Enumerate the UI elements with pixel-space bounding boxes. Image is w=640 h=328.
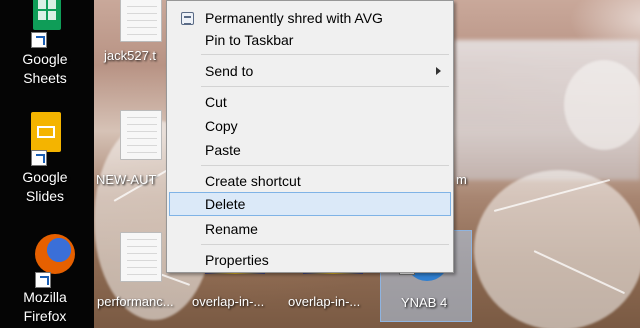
- text-file-icon: [120, 110, 162, 160]
- menu-item-cut[interactable]: Cut: [169, 91, 451, 114]
- google-sheets-icon: [33, 0, 61, 30]
- shortcut-arrow-icon: [31, 150, 47, 166]
- menu-item-copy[interactable]: Copy: [169, 115, 451, 138]
- wallpaper-snowy-tree: [564, 60, 640, 150]
- desktop-icon-google-slides[interactable]: Google Slides: [0, 112, 90, 206]
- menu-item-label: Permanently shred with AVG: [205, 10, 383, 26]
- file-label[interactable]: m: [456, 172, 467, 187]
- menu-item-label: Paste: [205, 142, 241, 158]
- file-label[interactable]: overlap-in-...: [192, 294, 264, 309]
- menu-item-rename[interactable]: Rename: [169, 218, 451, 241]
- text-file-icon: [120, 232, 162, 282]
- file-label: YNAB 4: [401, 295, 448, 310]
- menu-separator: [201, 86, 449, 87]
- menu-item-send-to[interactable]: Send to: [169, 60, 451, 83]
- firefox-icon: [35, 234, 75, 274]
- menu-item-paste[interactable]: Paste: [169, 139, 451, 162]
- google-slides-icon: [31, 112, 61, 152]
- submenu-arrow-icon: [436, 67, 441, 75]
- icon-label: Mozilla Firefox: [23, 289, 67, 324]
- desktop-icon-google-sheets[interactable]: Google Sheets: [0, 0, 90, 88]
- menu-item-pin-taskbar[interactable]: Pin to Taskbar: [169, 29, 451, 52]
- desktop-icon-mozilla-firefox[interactable]: Mozilla Firefox: [0, 232, 90, 326]
- context-menu: Permanently shred with AVG Pin to Taskba…: [166, 0, 454, 273]
- menu-item-label: Copy: [205, 118, 238, 134]
- menu-separator: [201, 165, 449, 166]
- menu-item-label: Pin to Taskbar: [205, 32, 294, 48]
- menu-item-shred-avg[interactable]: Permanently shred with AVG: [169, 7, 451, 30]
- menu-item-label: Delete: [205, 196, 246, 212]
- menu-item-label: Send to: [205, 63, 254, 79]
- file-label[interactable]: overlap-in-...: [288, 294, 360, 309]
- menu-item-properties[interactable]: Properties: [169, 249, 451, 272]
- file-label[interactable]: performanc...: [97, 294, 174, 309]
- avg-shred-icon: [181, 12, 194, 25]
- text-file-icon: [120, 0, 162, 42]
- icon-label: Google Slides: [22, 169, 68, 204]
- shortcut-arrow-icon: [31, 32, 47, 48]
- menu-item-create-shortcut[interactable]: Create shortcut: [169, 170, 451, 193]
- menu-item-label: Rename: [205, 221, 258, 237]
- menu-separator: [201, 244, 449, 245]
- menu-item-label: Create shortcut: [205, 173, 301, 189]
- file-label[interactable]: jack527.t: [104, 48, 156, 63]
- menu-item-label: Properties: [205, 252, 269, 268]
- file-label[interactable]: NEW-AUT: [96, 172, 156, 187]
- menu-item-delete[interactable]: Delete: [169, 192, 451, 216]
- menu-separator: [201, 54, 449, 55]
- menu-item-label: Cut: [205, 94, 227, 110]
- icon-label: Google Sheets: [22, 51, 68, 86]
- shortcut-arrow-icon: [35, 272, 51, 288]
